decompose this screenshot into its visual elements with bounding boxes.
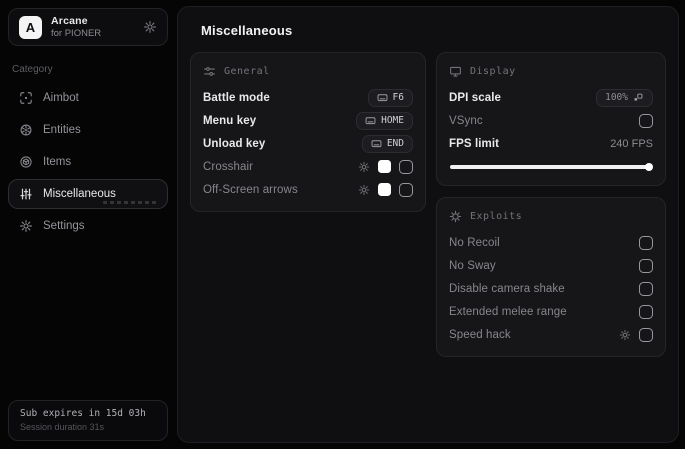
gear-icon[interactable] <box>619 329 631 341</box>
vsync-checkbox[interactable] <box>639 113 653 128</box>
scale-icon <box>633 92 644 103</box>
unload-key-label: Unload key <box>203 137 266 150</box>
vsync-row: VSync <box>449 109 653 132</box>
sidebar-item-label: Items <box>43 156 72 168</box>
display-card: Display DPI scale 100% VSync FPS limit 2… <box>436 52 666 186</box>
fps-limit-slider[interactable] <box>450 162 653 171</box>
battle-mode-keybind[interactable]: F6 <box>367 88 413 107</box>
dpi-scale-row: DPI scale 100% <box>449 86 653 109</box>
gear-icon[interactable] <box>358 184 370 196</box>
battle-mode-row: Battle mode F6 <box>203 86 413 109</box>
main-panel: Miscellaneous General Battle mode F6 Men… <box>177 6 679 443</box>
extended-melee-range-checkbox[interactable] <box>639 304 653 319</box>
unload-key-keybind[interactable]: END <box>361 134 413 153</box>
menu-key-row: Menu key HOME <box>203 109 413 132</box>
no-sway-checkbox[interactable] <box>639 258 653 273</box>
battle-mode-key: F6 <box>392 92 404 103</box>
offscreen-arrows-row: Off-Screen arrows <box>203 178 413 201</box>
display-card-title: Display <box>470 66 516 77</box>
unload-key-key: END <box>386 138 404 149</box>
dpi-scale-selector[interactable]: 100% <box>596 88 653 107</box>
crosshair-label: Crosshair <box>203 160 254 173</box>
sidebar-item-label: Entities <box>43 124 81 136</box>
subscription-info-box: Sub expires in 15d 03h Session duration … <box>8 400 168 441</box>
extended-melee-range-row: Extended melee range <box>449 300 653 323</box>
offscreen-arrows-label: Off-Screen arrows <box>203 183 298 196</box>
selected-item-dashes <box>103 201 157 204</box>
crosshair-scan-icon <box>19 91 33 105</box>
app-logo: A <box>19 15 42 39</box>
general-card-title: General <box>224 66 270 77</box>
package-icon <box>19 155 33 169</box>
no-recoil-row: No Recoil <box>449 231 653 254</box>
no-sway-label: No Sway <box>449 259 496 272</box>
offscreen-arrows-checkbox[interactable] <box>399 182 413 197</box>
exploits-card-header: Exploits <box>449 210 653 223</box>
monitor-icon <box>449 65 462 78</box>
dpi-scale-label: DPI scale <box>449 91 502 104</box>
fps-limit-label: FPS limit <box>449 137 500 150</box>
sidebar-item-aimbot[interactable]: Aimbot <box>8 83 168 113</box>
sidebar-item-entities[interactable]: Entities <box>8 115 168 145</box>
disable-camera-shake-label: Disable camera shake <box>449 282 565 295</box>
exploits-card: Exploits No Recoil No Sway Disable camer… <box>436 197 666 357</box>
speed-hack-label: Speed hack <box>449 328 511 341</box>
sidebar-item-label: Miscellaneous <box>43 188 116 200</box>
disable-camera-shake-row: Disable camera shake <box>449 277 653 300</box>
gear-icon <box>19 219 33 233</box>
sidebar-item-items[interactable]: Items <box>8 147 168 177</box>
sub-expires-text: Sub expires in 15d 03h <box>20 408 146 419</box>
crosshair-checkbox[interactable] <box>399 159 413 174</box>
speed-hack-row: Speed hack <box>449 323 653 346</box>
menu-key-key: HOME <box>381 115 404 126</box>
exploits-card-title: Exploits <box>470 211 523 222</box>
display-card-header: Display <box>449 65 653 78</box>
general-card: General Battle mode F6 Menu key HOME Unl… <box>190 52 426 212</box>
extended-melee-range-label: Extended melee range <box>449 305 567 318</box>
sidebar-item-label: Settings <box>43 220 85 232</box>
dpi-scale-value: 100% <box>605 92 628 103</box>
fps-limit-value: 240 FPS <box>610 137 653 150</box>
sliders-icon <box>203 65 216 78</box>
disable-camera-shake-checkbox[interactable] <box>639 281 653 296</box>
general-card-header: General <box>203 65 413 78</box>
slider-thumb[interactable] <box>645 162 653 171</box>
speed-hack-checkbox[interactable] <box>639 327 653 342</box>
equalizer-icon <box>19 187 33 201</box>
category-label: Category <box>12 64 53 75</box>
session-duration-text: Session duration 31s <box>20 422 105 432</box>
sidebar-item-miscellaneous[interactable]: Miscellaneous <box>8 179 168 209</box>
fps-limit-row: FPS limit 240 FPS <box>449 132 653 155</box>
app-tagline: for PIONER <box>51 28 102 39</box>
sidebar-header: A Arcane for PIONER <box>8 8 168 46</box>
no-sway-row: No Sway <box>449 254 653 277</box>
no-recoil-label: No Recoil <box>449 236 500 249</box>
battle-mode-label: Battle mode <box>203 91 270 104</box>
crosshair-row: Crosshair <box>203 155 413 178</box>
sidebar-item-label: Aimbot <box>43 92 79 104</box>
unload-key-row: Unload key END <box>203 132 413 155</box>
sidebar-nav: Aimbot Entities Items Miscellaneous Sett… <box>8 83 168 241</box>
crosshair-color-swatch[interactable] <box>378 160 391 173</box>
slider-track[interactable] <box>450 165 652 169</box>
entities-wheel-icon <box>19 123 33 137</box>
page-title: Miscellaneous <box>201 23 293 38</box>
offscreen-arrows-color-swatch[interactable] <box>378 183 391 196</box>
gear-icon[interactable] <box>143 20 157 34</box>
vsync-label: VSync <box>449 114 483 127</box>
menu-key-label: Menu key <box>203 114 257 127</box>
app-name: Arcane <box>51 15 88 27</box>
no-recoil-checkbox[interactable] <box>639 235 653 250</box>
sidebar: A Arcane for PIONER Category Aimbot Enti… <box>0 0 176 449</box>
sidebar-item-settings[interactable]: Settings <box>8 211 168 241</box>
virus-icon <box>449 210 462 223</box>
keyboard-icon <box>371 138 382 149</box>
gear-icon[interactable] <box>358 161 370 173</box>
menu-key-keybind[interactable]: HOME <box>356 111 413 130</box>
keyboard-icon <box>377 92 388 103</box>
app-window: A Arcane for PIONER Category Aimbot Enti… <box>0 0 685 449</box>
keyboard-icon <box>365 115 376 126</box>
